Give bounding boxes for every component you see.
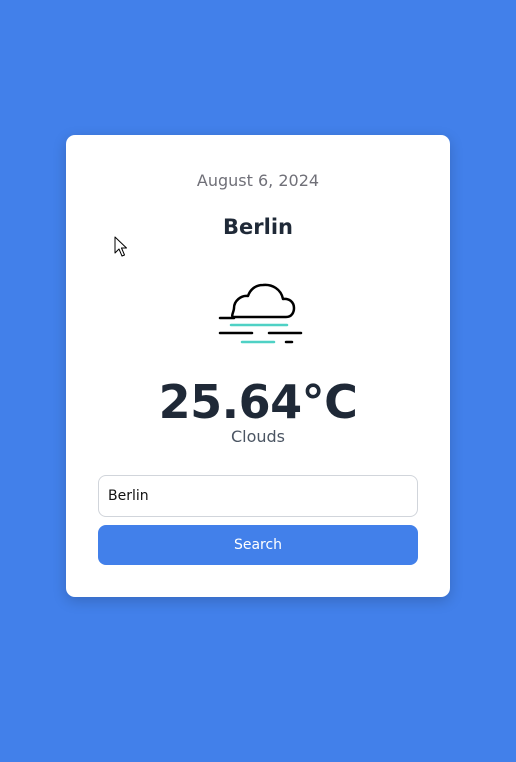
- fog-cloud-icon: [218, 283, 303, 344]
- date-label: August 6, 2024: [196, 171, 320, 190]
- weather-card: August 6, 2024 Berlin 25.64°C Clouds Sea…: [66, 135, 450, 597]
- search-button[interactable]: Search: [98, 525, 418, 565]
- page-background: August 6, 2024 Berlin 25.64°C Clouds Sea…: [0, 0, 516, 762]
- mouse-cursor-icon: [114, 236, 127, 257]
- condition-label: Clouds: [230, 427, 286, 446]
- city-search-input[interactable]: [98, 475, 418, 517]
- temperature-value: 25.64°C: [158, 375, 358, 429]
